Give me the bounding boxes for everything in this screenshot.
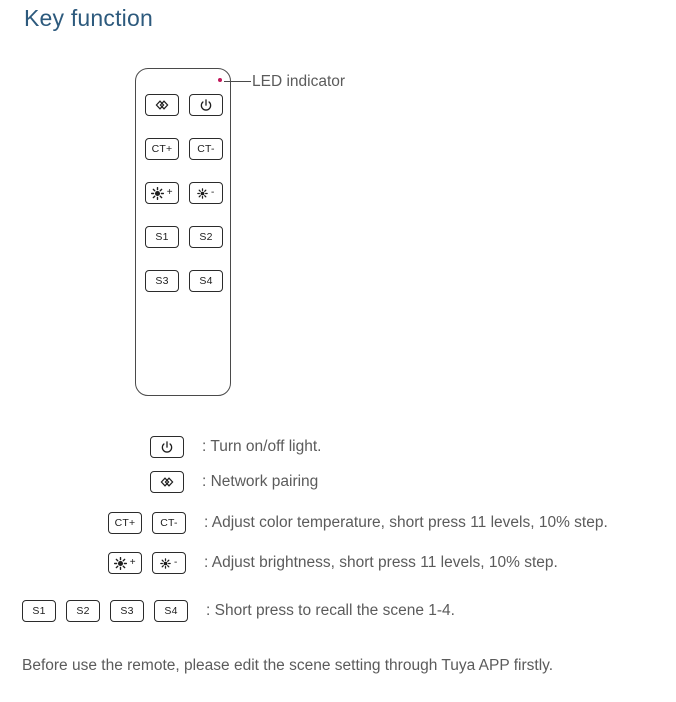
legend-key-pairing — [150, 471, 184, 493]
legend-row-power: : Turn on/off light. — [150, 436, 321, 458]
network-pairing-icon — [154, 99, 170, 111]
legend-row-brightness: + - : Adjust brightness, short press 11 … — [108, 552, 558, 574]
brightness-icon — [151, 186, 165, 200]
remote-key-label: CT- — [197, 142, 215, 155]
legend-key-brightness-down: - — [152, 552, 186, 574]
remote-key-scene-3[interactable]: S3 — [145, 270, 179, 292]
remote-key-label: CT+ — [151, 142, 173, 155]
legend-key-scene-2: S2 — [66, 600, 100, 622]
remote-key-label: S4 — [199, 274, 213, 287]
brightness-icon — [160, 557, 172, 569]
remote-key-label: S2 — [199, 230, 213, 243]
remote-key-scene-1[interactable]: S1 — [145, 226, 179, 248]
legend-key-ct-minus: CT- — [152, 512, 186, 534]
led-callout-line — [224, 81, 251, 83]
legend-key-label: CT+ — [114, 516, 136, 529]
legend-row-scene: S1 S2 S3 S4 : Short press to recall the … — [22, 600, 455, 622]
remote-key-sign: + — [166, 187, 173, 198]
legend-key-brightness-up: + — [108, 552, 142, 574]
brightness-icon — [114, 556, 128, 570]
remote-key-label: S3 — [155, 274, 169, 287]
remote-key-sign: - — [210, 187, 215, 198]
legend-key-sign: + — [129, 557, 136, 568]
legend-text-pairing: : Network pairing — [202, 473, 319, 490]
power-icon — [161, 440, 173, 454]
legend-text-brightness: : Adjust brightness, short press 11 leve… — [204, 554, 558, 571]
legend-key-label: S4 — [164, 604, 178, 617]
page-title: Key function — [24, 5, 153, 31]
remote-key-pairing[interactable] — [145, 94, 179, 116]
legend-row-pairing: : Network pairing — [150, 471, 318, 493]
led-indicator-dot — [218, 78, 222, 82]
remote-key-ct-plus[interactable]: CT+ — [145, 138, 179, 160]
remote-key-label: S1 — [155, 230, 169, 243]
legend-text-scene: : Short press to recall the scene 1-4. — [206, 602, 455, 619]
remote-key-ct-minus[interactable]: CT- — [189, 138, 223, 160]
remote-key-scene-2[interactable]: S2 — [189, 226, 223, 248]
remote-key-power[interactable] — [189, 94, 223, 116]
legend-row-color-temperature: CT+ CT- : Adjust color temperature, shor… — [108, 512, 608, 534]
legend-key-scene-4: S4 — [154, 600, 188, 622]
led-indicator-label: LED indicator — [252, 73, 346, 90]
legend-text-power: : Turn on/off light. — [202, 438, 322, 455]
network-pairing-icon — [159, 476, 175, 488]
legend-key-power — [150, 436, 184, 458]
legend-key-ct-plus: CT+ — [108, 512, 142, 534]
legend-key-label: S1 — [32, 604, 46, 617]
remote-key-brightness-up[interactable]: + — [145, 182, 179, 204]
brightness-icon — [197, 187, 209, 199]
legend-key-label: S2 — [76, 604, 90, 617]
remote-key-scene-4[interactable]: S4 — [189, 270, 223, 292]
remote-key-brightness-down[interactable]: - — [189, 182, 223, 204]
legend-key-scene-1: S1 — [22, 600, 56, 622]
legend-key-label: CT- — [160, 516, 178, 529]
legend-key-scene-3: S3 — [110, 600, 144, 622]
legend-key-label: S3 — [120, 604, 134, 617]
legend-text-color-temperature: : Adjust color temperature, short press … — [204, 514, 608, 531]
legend-key-sign: - — [173, 557, 178, 568]
power-icon — [200, 98, 212, 112]
footnote-text: Before use the remote, please edit the s… — [22, 657, 554, 674]
